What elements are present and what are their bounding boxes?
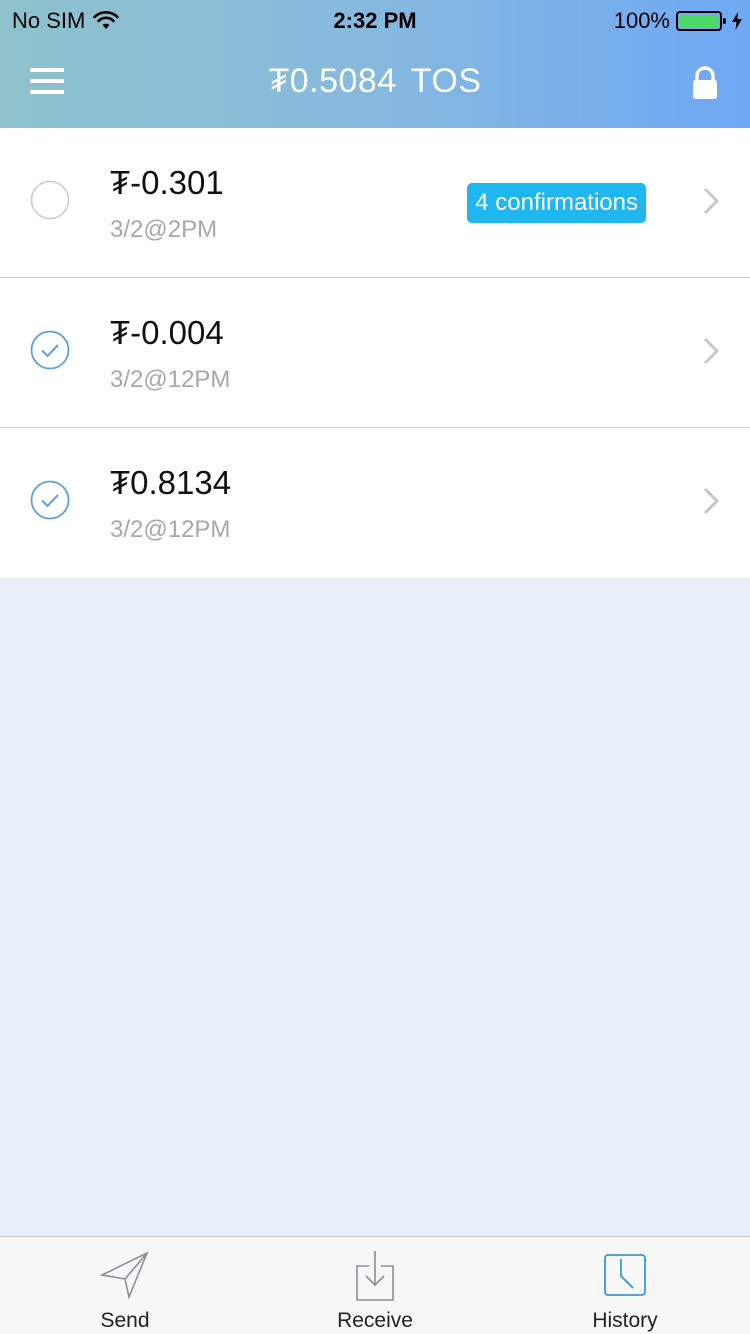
- check-circle-icon: [30, 480, 70, 520]
- transaction-list: ₮-0.301 3/2@2PM 4 confirmations ₮-0.004 …: [0, 128, 750, 578]
- balance-amount: ₮0.5084: [268, 62, 397, 100]
- check-circle-icon: [30, 330, 70, 370]
- battery-group: 100%: [614, 8, 742, 34]
- tab-history[interactable]: History: [500, 1237, 750, 1334]
- tab-receive[interactable]: Receive: [250, 1237, 500, 1334]
- status-bar: No SIM 2:32 PM 100%: [0, 0, 750, 40]
- pending-circle-icon: [30, 180, 70, 220]
- charging-bolt-icon: [732, 12, 742, 30]
- header: No SIM 2:32 PM 100% ₮0.5084 TOS: [0, 0, 750, 128]
- chevron-right-icon: [703, 337, 720, 365]
- tab-bar: Send Receive History: [0, 1236, 750, 1334]
- send-arrow-icon: [100, 1251, 149, 1300]
- transaction-amount: ₮-0.301: [110, 164, 224, 201]
- balance-unit: TOS: [410, 62, 482, 100]
- transaction-row[interactable]: ₮0.8134 3/2@12PM: [0, 428, 750, 578]
- battery-percent: 100%: [613, 8, 670, 33]
- tab-receive-label: Receive: [337, 1309, 413, 1332]
- history-clock-icon: [604, 1254, 646, 1296]
- nav-bar: ₮0.5084 TOS: [0, 40, 750, 128]
- chevron-right-icon: [703, 487, 720, 515]
- transaction-date: 3/2@2PM: [110, 216, 218, 243]
- balance-title: ₮0.5084 TOS: [0, 62, 750, 101]
- tab-history-label: History: [592, 1309, 658, 1332]
- tab-send-label: Send: [100, 1309, 150, 1332]
- transaction-date: 3/2@12PM: [110, 516, 231, 543]
- confirmations-badge: 4 confirmations: [467, 183, 646, 223]
- transaction-amount: ₮-0.004: [110, 314, 224, 351]
- tab-send[interactable]: Send: [0, 1237, 250, 1334]
- transaction-row[interactable]: ₮-0.301 3/2@2PM 4 confirmations: [0, 128, 750, 278]
- battery-icon: [676, 11, 726, 31]
- chevron-right-icon: [703, 187, 720, 215]
- transaction-amount: ₮0.8134: [110, 464, 232, 501]
- lock-icon[interactable]: [690, 66, 720, 100]
- transaction-date: 3/2@12PM: [110, 366, 231, 393]
- receive-tray-icon: [356, 1251, 394, 1301]
- app-screen: No SIM 2:32 PM 100% ₮0.5084 TOS ₮-0.301 …: [0, 0, 750, 1334]
- transaction-row[interactable]: ₮-0.004 3/2@12PM: [0, 278, 750, 428]
